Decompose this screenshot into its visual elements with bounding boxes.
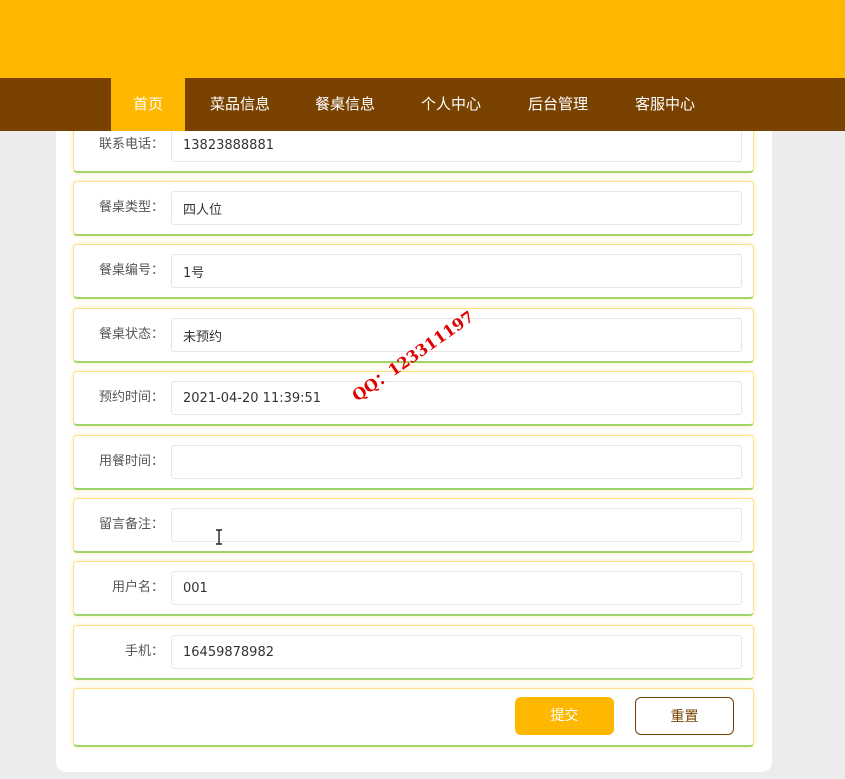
remark-label: 留言备注： <box>98 517 164 532</box>
booking-time-label: 预约时间： <box>98 390 164 405</box>
table-status-label: 餐桌状态： <box>98 327 164 342</box>
form-row-dining-time: 用餐时间： <box>73 435 754 490</box>
nav-item-tables[interactable]: 餐桌信息 <box>302 78 388 131</box>
table-type-input[interactable] <box>171 191 742 225</box>
contact-phone-input[interactable] <box>171 128 742 162</box>
nav-item-profile[interactable]: 个人中心 <box>408 78 494 131</box>
form-row-booking-time: 预约时间： <box>73 371 754 426</box>
remark-input[interactable] <box>171 508 742 542</box>
table-number-input[interactable] <box>171 254 742 288</box>
form-row-remark: 留言备注： <box>73 498 754 553</box>
mobile-input[interactable] <box>171 635 742 669</box>
submit-button[interactable]: 提交 <box>515 697 614 735</box>
form-row-mobile: 手机： <box>73 625 754 680</box>
table-type-label: 餐桌类型： <box>98 200 164 215</box>
nav-item-home[interactable]: 首页 <box>111 78 185 131</box>
reset-button[interactable]: 重置 <box>635 697 734 735</box>
dining-time-input[interactable] <box>171 445 742 479</box>
main-nav: 首页 菜品信息 餐桌信息 个人中心 后台管理 客服中心 <box>0 78 845 131</box>
booking-time-input[interactable] <box>171 381 742 415</box>
nav-item-dishes[interactable]: 菜品信息 <box>197 78 283 131</box>
form-row-table-type: 餐桌类型： <box>73 181 754 236</box>
form-row-table-number: 餐桌编号： <box>73 244 754 299</box>
form-row-username: 用户名： <box>73 561 754 616</box>
top-banner <box>0 0 845 78</box>
username-input[interactable] <box>171 571 742 605</box>
dining-time-label: 用餐时间： <box>98 454 164 469</box>
table-number-label: 餐桌编号： <box>98 263 164 278</box>
nav-item-admin[interactable]: 后台管理 <box>515 78 601 131</box>
form-actions-row: 提交 重置 <box>73 688 754 747</box>
username-label: 用户名： <box>111 580 164 595</box>
text-cursor-icon <box>216 529 222 545</box>
nav-item-service[interactable]: 客服中心 <box>622 78 708 131</box>
mobile-label: 手机： <box>124 644 164 659</box>
